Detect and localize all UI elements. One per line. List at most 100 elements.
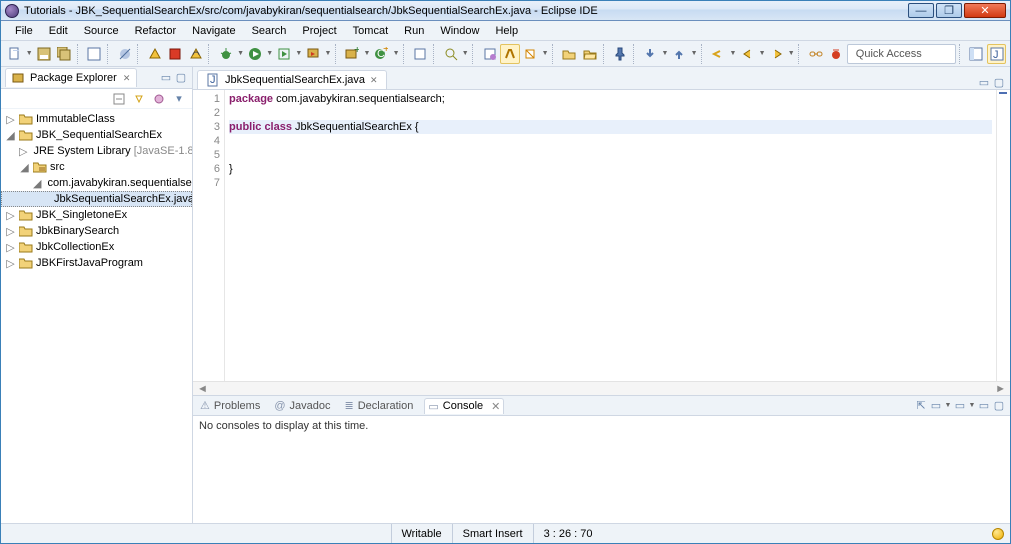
prev-annotation-button[interactable] <box>670 44 689 64</box>
run-last-button[interactable] <box>275 44 294 64</box>
toggle-button[interactable] <box>85 44 104 64</box>
minimize-view-icon[interactable]: ▭ <box>977 75 991 89</box>
menu-refactor[interactable]: Refactor <box>127 23 185 39</box>
tomcat-start-button[interactable] <box>145 44 164 64</box>
pin-button[interactable] <box>610 44 629 64</box>
tree-item[interactable]: ▷JBKFirstJavaProgram <box>1 255 192 271</box>
run-button[interactable] <box>245 44 264 64</box>
dropdown-icon[interactable]: ▼ <box>461 50 469 57</box>
menu-search[interactable]: Search <box>244 23 295 39</box>
editor-body[interactable]: 1234567 package com.javabykiran.sequenti… <box>193 89 1010 381</box>
dropdown-icon[interactable]: ▼ <box>729 50 737 57</box>
close-icon[interactable]: ✕ <box>123 73 131 84</box>
close-icon[interactable]: ✕ <box>491 400 500 413</box>
new-class-button[interactable]: C+ <box>372 44 391 64</box>
save-button[interactable] <box>34 44 53 64</box>
debug-button[interactable] <box>216 44 235 64</box>
twisty-icon[interactable]: ◢ <box>19 161 30 174</box>
dropdown-icon[interactable]: ▼ <box>324 50 332 57</box>
tomcat-stop-button[interactable] <box>166 44 185 64</box>
dropdown-icon[interactable]: ▼ <box>392 50 400 57</box>
folder-open-button[interactable] <box>580 44 599 64</box>
maximize-view-icon[interactable]: ▢ <box>992 75 1006 89</box>
stop-button[interactable] <box>826 44 845 64</box>
dropdown-icon[interactable]: ▼ <box>787 50 795 57</box>
dropdown-icon[interactable]: ▼ <box>690 50 698 57</box>
tree-item[interactable]: ▷ImmutableClass <box>1 111 192 127</box>
last-edit-button[interactable] <box>709 44 728 64</box>
dropdown-icon[interactable]: ▼ <box>266 50 274 57</box>
back-button[interactable] <box>738 44 757 64</box>
display-console-icon[interactable]: ▭ <box>929 399 943 413</box>
menu-navigate[interactable]: Navigate <box>184 23 243 39</box>
tree-item[interactable]: ▷JRE System Library [JavaSE-1.8] <box>1 143 192 159</box>
twisty-icon[interactable]: ▷ <box>19 145 27 158</box>
menu-run[interactable]: Run <box>396 23 432 39</box>
link-button[interactable] <box>806 44 825 64</box>
code-area[interactable]: package com.javabykiran.sequentialsearch… <box>225 90 996 381</box>
dropdown-icon[interactable]: ▼ <box>661 50 669 57</box>
tip-bulb-icon[interactable] <box>992 528 1004 540</box>
project-tree[interactable]: ▷ImmutableClass◢JBK_SequentialSearchEx▷J… <box>1 109 192 523</box>
open-type-button[interactable] <box>411 44 430 64</box>
new-package-button[interactable]: + <box>343 44 362 64</box>
dropdown-icon[interactable]: ▼ <box>968 399 976 413</box>
menu-file[interactable]: File <box>7 23 41 39</box>
search-button[interactable] <box>441 44 460 64</box>
next-annotation-button[interactable] <box>641 44 660 64</box>
package-explorer-tab[interactable]: Package Explorer ✕ <box>5 68 137 87</box>
overview-ruler[interactable] <box>996 90 1010 381</box>
minimize-button[interactable]: — <box>908 3 934 18</box>
menu-edit[interactable]: Edit <box>41 23 76 39</box>
menu-tomcat[interactable]: Tomcat <box>345 23 396 39</box>
new-button[interactable] <box>5 44 24 64</box>
close-icon[interactable]: ✕ <box>370 75 378 86</box>
forward-button[interactable] <box>767 44 786 64</box>
twisty-icon[interactable]: ▷ <box>5 209 16 222</box>
tree-item[interactable]: ◢com.javabykiran.sequentialsearch <box>1 175 192 191</box>
new-console-icon[interactable]: ▭ <box>953 399 967 413</box>
tree-item[interactable]: ▷JbkCollectionEx <box>1 239 192 255</box>
focus-task-icon[interactable] <box>152 92 166 106</box>
tree-item[interactable]: ◢JBK_SequentialSearchEx <box>1 127 192 143</box>
tab-javadoc[interactable]: @Javadoc <box>271 399 333 413</box>
minimize-view-icon[interactable]: ▭ <box>977 399 991 413</box>
save-all-button[interactable] <box>55 44 74 64</box>
tree-item[interactable]: ▷JbkBinarySearch <box>1 223 192 239</box>
dropdown-icon[interactable]: ▼ <box>541 50 549 57</box>
minimize-view-icon[interactable]: ▭ <box>159 71 173 85</box>
twisty-icon[interactable]: ◢ <box>5 129 16 142</box>
java-perspective-button[interactable]: J <box>987 44 1006 64</box>
skip-breakpoints-button[interactable] <box>115 44 134 64</box>
collapse-all-icon[interactable] <box>112 92 126 106</box>
view-menu-icon[interactable]: ▾ <box>172 92 186 106</box>
twisty-icon[interactable]: ▷ <box>5 113 16 126</box>
horizontal-scrollbar[interactable]: ◄ ► <box>193 381 1010 395</box>
dropdown-icon[interactable]: ▼ <box>295 50 303 57</box>
tree-item[interactable]: ◢src <box>1 159 192 175</box>
tomcat-restart-button[interactable] <box>186 44 205 64</box>
annotations-button[interactable] <box>521 44 540 64</box>
dropdown-icon[interactable]: ▼ <box>758 50 766 57</box>
maximize-view-icon[interactable]: ▢ <box>174 71 188 85</box>
twisty-icon[interactable]: ▷ <box>5 241 16 254</box>
twisty-icon[interactable]: ▷ <box>5 225 16 238</box>
dropdown-icon[interactable]: ▼ <box>944 399 952 413</box>
toggle-mark-occurrences-button[interactable] <box>500 44 519 64</box>
close-button[interactable]: ✕ <box>964 3 1006 18</box>
scroll-right-icon[interactable]: ► <box>995 383 1006 395</box>
open-task-button[interactable] <box>480 44 499 64</box>
open-perspective-button[interactable] <box>966 44 985 64</box>
maximize-button[interactable]: ❐ <box>936 3 962 18</box>
dropdown-icon[interactable]: ▼ <box>363 50 371 57</box>
quick-access-input[interactable]: Quick Access <box>847 44 956 64</box>
dropdown-icon[interactable]: ▼ <box>25 50 33 57</box>
tree-item[interactable]: ▷JBK_SingletoneEx <box>1 207 192 223</box>
tab-declaration[interactable]: ≣Declaration <box>342 398 417 413</box>
tab-console[interactable]: ▭Console✕ <box>424 398 504 414</box>
tree-item[interactable]: JJbkSequentialSearchEx.java <box>1 191 192 207</box>
menu-window[interactable]: Window <box>432 23 487 39</box>
menu-project[interactable]: Project <box>294 23 344 39</box>
folder-button[interactable] <box>560 44 579 64</box>
twisty-icon[interactable]: ◢ <box>33 177 41 190</box>
